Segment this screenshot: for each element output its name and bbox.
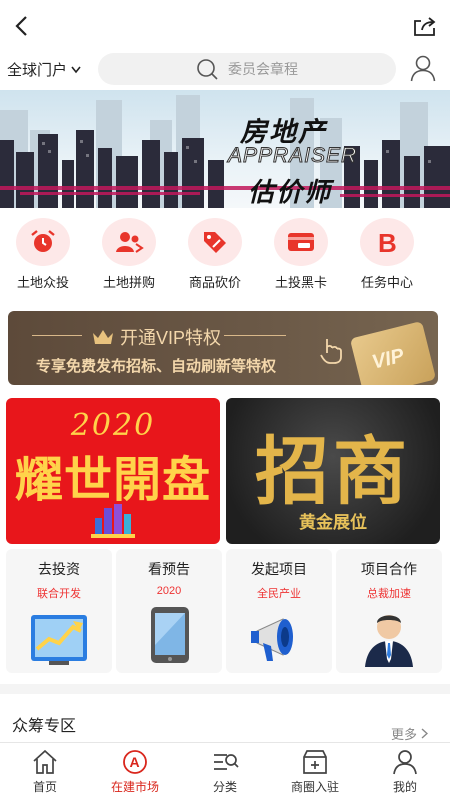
crown-icon: [93, 330, 113, 344]
tile-title: 项目合作: [361, 561, 417, 577]
category-icon-circle: [274, 218, 328, 266]
investment-chart-icon: [31, 615, 87, 665]
search-row: 全球门户 委员会章程: [0, 52, 450, 88]
vip-divider-left: [32, 335, 82, 336]
category-item[interactable]: 土投黑卡: [258, 218, 344, 294]
tab-label: 分类: [212, 780, 237, 794]
tab-label: 首页: [32, 780, 57, 794]
chevron-down-icon: [71, 66, 81, 73]
region-selector[interactable]: 全球门户: [7, 59, 81, 80]
tab-category[interactable]: 分类: [180, 743, 270, 800]
category-label: 商品砍价: [188, 275, 241, 290]
category-icon-circle: [16, 218, 70, 266]
category-icon-circle: B: [360, 218, 414, 266]
businessman-icon: [365, 615, 413, 667]
tile-subtitle: 全民产业: [257, 588, 301, 600]
feature-tile[interactable]: 看预告 2020: [116, 549, 222, 673]
vip-card-icon: [288, 233, 314, 251]
store-add-icon: [303, 750, 327, 774]
vip-banner[interactable]: 开通VIP特权 专享免费发布招标、自动刷新等特权 VIP: [8, 311, 438, 385]
tablet-icon: [151, 607, 189, 663]
vip-title: 开通VIP特权: [92, 324, 221, 350]
market-icon: A: [123, 750, 147, 774]
category-icon-circle: [188, 218, 242, 266]
banner-title-line2: APPRAISER: [227, 144, 358, 168]
category-item[interactable]: 土地众投: [0, 218, 86, 294]
category-label: 土地拼购: [102, 275, 155, 290]
tab-label: 我的: [392, 780, 417, 794]
top-bar: [0, 0, 450, 52]
chevron-left-icon[interactable]: [8, 12, 36, 40]
svg-text:A: A: [130, 754, 140, 770]
banner-title-line3: 估价师: [248, 177, 333, 207]
section-separator: [0, 684, 450, 694]
category-label: 土投黑卡: [274, 275, 327, 290]
feature-tile[interactable]: 项目合作 总裁加速: [336, 549, 442, 673]
tab-profile[interactable]: 我的: [360, 743, 450, 800]
investment-promo[interactable]: 招商 黄金展位: [226, 398, 440, 544]
b-letter-icon: B: [378, 228, 397, 256]
tab-label: 商圈入驻: [290, 780, 339, 794]
category-item[interactable]: 商品砍价: [172, 218, 258, 294]
vip-title-text: 开通VIP特权: [120, 328, 222, 348]
home-icon: [33, 749, 57, 774]
appraiser-banner[interactable]: 房地产 APPRAISER 估价师: [0, 90, 450, 208]
vip-card-text: VIP: [369, 344, 407, 374]
user-icon: [393, 750, 417, 775]
category-search-icon: [214, 754, 239, 770]
feature-tile[interactable]: 去投资 联合开发: [6, 549, 112, 673]
share-icon[interactable]: [412, 14, 438, 38]
svg-text:B: B: [378, 228, 397, 256]
search-input[interactable]: 委员会章程: [98, 53, 396, 85]
user-icon[interactable]: [410, 54, 436, 82]
vip-divider-right: [224, 335, 286, 336]
vip-card-graphic: VIP: [349, 320, 437, 385]
more-label: 更多: [390, 727, 417, 742]
category-icon-circle: [102, 218, 156, 266]
price-tag-icon: [204, 232, 226, 253]
category-label: 土地众投: [16, 275, 69, 290]
category-row: 土地众投 土地拼购 商品砍价 土投黑卡 B 任务中心: [0, 218, 450, 294]
tile-subtitle: 总裁加速: [367, 588, 411, 600]
chevron-right-icon: [421, 728, 428, 739]
grand-opening-promo[interactable]: 2020 耀世開盘: [6, 398, 220, 544]
region-label: 全球门户: [7, 62, 68, 79]
tile-title: 去投资: [38, 561, 80, 577]
bottom-tab-bar: 首页 A 在建市场 分类 商圈入驻 我的: [0, 742, 450, 800]
section-title: 众筹专区: [12, 718, 77, 735]
tab-home[interactable]: 首页: [0, 743, 90, 800]
hand-pointer-icon: [320, 339, 342, 364]
category-item[interactable]: B 任务中心: [344, 218, 430, 294]
tab-label: 在建市场: [110, 780, 159, 794]
more-link[interactable]: 更多: [391, 724, 428, 743]
building-icon: [91, 504, 135, 538]
promo-year: 2020: [70, 408, 156, 443]
search-placeholder: 委员会章程: [228, 61, 298, 77]
tile-subtitle: 联合开发: [37, 588, 81, 600]
city-skyline-illustration: [0, 95, 450, 208]
tab-store[interactable]: 商圈入驻: [270, 743, 360, 800]
search-icon: [197, 59, 218, 80]
category-label: 任务中心: [360, 275, 413, 290]
vip-description: 专享免费发布招标、自动刷新等特权: [36, 358, 277, 375]
feature-tile[interactable]: 发起项目 全民产业: [226, 549, 332, 673]
group-icon: [116, 232, 144, 253]
tab-market[interactable]: A 在建市场: [90, 743, 180, 800]
promo-headline: 招商: [255, 430, 411, 513]
tile-subtitle: 2020: [156, 585, 182, 597]
tile-title: 看预告: [148, 561, 190, 577]
megaphone-icon: [251, 618, 293, 661]
alarm-clock-icon: [31, 230, 55, 252]
feature-tiles: 去投资 联合开发 看预告 2020 发起项目 全民产业 项目合作 总裁加速: [6, 549, 444, 673]
promo-subtitle: 黄金展位: [299, 513, 367, 532]
tile-title: 发起项目: [251, 561, 307, 577]
promo-headline: 耀世開盘: [14, 454, 211, 507]
category-item[interactable]: 土地拼购: [86, 218, 172, 294]
